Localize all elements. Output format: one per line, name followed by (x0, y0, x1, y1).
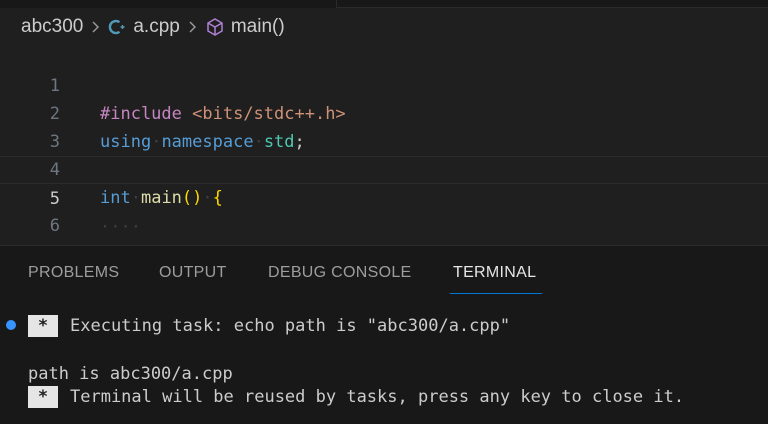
tab-debug-console[interactable]: DEBUG CONSOLE (268, 264, 412, 288)
terminal-output-line: path is abc300/a.cpp (28, 364, 233, 384)
terminal-reuse-line: * Terminal will be reused by tasks, press… (28, 385, 684, 409)
code-line[interactable]: 7 (0, 212, 768, 264)
star-badge: * (28, 315, 58, 337)
breadcrumb-file[interactable]: a.cpp (133, 16, 179, 38)
cpp-file-icon (109, 19, 125, 35)
cube-icon (207, 18, 223, 36)
tab-output[interactable]: OUTPUT (159, 264, 227, 288)
terminal-task-line: * Executing task: echo path is "abc300/a.… (28, 314, 510, 338)
tab-terminal[interactable]: TERMINAL (453, 264, 536, 288)
code-editor[interactable]: 1 #include <bits/stdc++.h> 2 using·names… (0, 42, 768, 264)
active-tab-indicator (450, 293, 542, 294)
star-badge: * (28, 386, 58, 408)
terminal-task-text: Executing task: echo path is "abc300/a.c… (70, 316, 511, 336)
current-code-line[interactable]: 5 ···· (0, 156, 768, 237)
chevron-right-icon (189, 21, 196, 33)
breadcrumb-bar: abc300 a.cpp main() (0, 0, 768, 42)
tab-problems[interactable]: PROBLEMS (28, 264, 119, 288)
code-line[interactable]: 3 (0, 100, 768, 152)
breadcrumb-folder[interactable]: abc300 (21, 16, 83, 38)
terminal-reuse-text: Terminal will be reused by tasks, press … (70, 387, 685, 407)
code-line[interactable]: 2 using·namespace·std; (0, 72, 768, 152)
code-line[interactable]: 6 } (0, 184, 768, 264)
breadcrumb-symbol[interactable]: main() (231, 16, 285, 38)
tab-strip-edge (0, 0, 768, 8)
task-status-dot-icon[interactable] (6, 320, 16, 330)
panel-tabs: PROBLEMS OUTPUT DEBUG CONSOLE TERMINAL (0, 246, 768, 298)
chevron-right-icon (92, 21, 100, 33)
breadcrumb: abc300 a.cpp main() (21, 14, 285, 40)
code-line[interactable]: 4 int·main()·{ (0, 128, 768, 208)
code-line[interactable]: 1 #include <bits/stdc++.h> (0, 44, 768, 124)
